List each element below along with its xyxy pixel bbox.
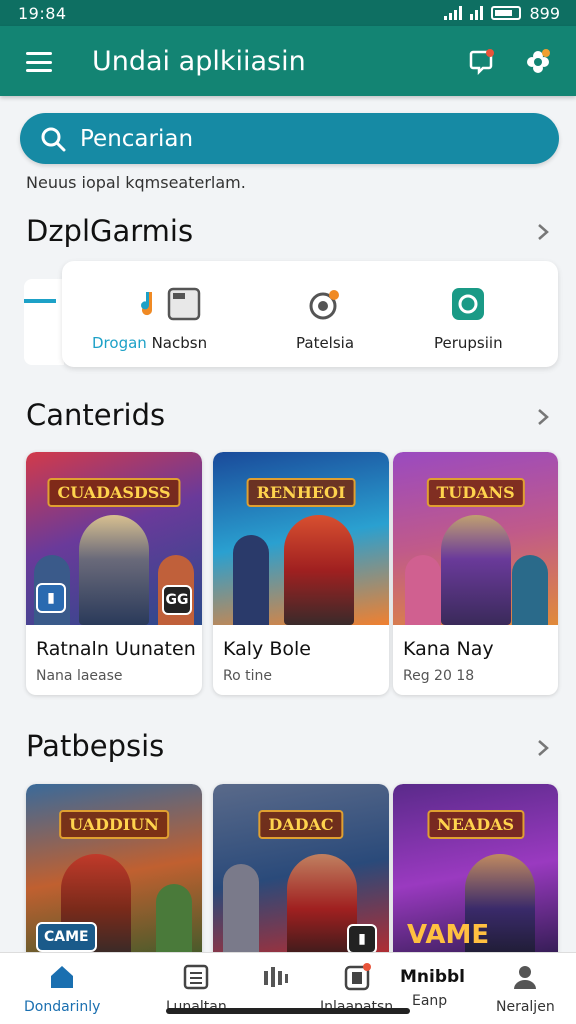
- game-art: DADAC ▮: [213, 784, 389, 964]
- list-icon: [184, 964, 209, 990]
- notes-icon: [344, 963, 371, 991]
- game-meta: Reg 20 18: [403, 668, 475, 684]
- person-icon: [514, 966, 537, 989]
- category-label: Patelsia: [296, 334, 355, 352]
- category-item[interactable]: Perupsiin: [434, 286, 503, 352]
- game-card[interactable]: RENHEOI Kaly Bole Ro tine: [213, 452, 389, 695]
- game-card[interactable]: DADAC ▮: [213, 784, 389, 964]
- home-icon: [51, 966, 74, 988]
- game-art: TUDANS: [393, 452, 558, 625]
- nav-profile[interactable]: Neraljen: [496, 963, 555, 1015]
- category-item[interactable]: Patelsia: [296, 286, 354, 352]
- category-card-peek: [24, 279, 64, 365]
- game-title: Kana Nay: [403, 638, 494, 660]
- home-indicator[interactable]: [166, 1008, 410, 1014]
- nav-app[interactable]: Eanp: [412, 993, 447, 1009]
- game-card[interactable]: CUADASDSS ▮ GG Ratnaln Uunaten Nana laea…: [26, 452, 202, 695]
- signal-icon: [444, 6, 463, 20]
- brand-icon: ▮: [36, 583, 66, 613]
- nav-home[interactable]: Dondarinly: [24, 963, 100, 1015]
- status-time: 19:84: [18, 3, 67, 23]
- chevron-right-icon[interactable]: [534, 408, 552, 426]
- equalizer-icon: [264, 967, 288, 987]
- category-label: Perupsiin: [434, 334, 503, 352]
- search-bar[interactable]: Pencarian: [20, 113, 559, 164]
- game-meta: Nana laease: [36, 668, 123, 684]
- game-label: VAME: [407, 920, 490, 950]
- nav-equalizer[interactable]: [262, 963, 290, 991]
- category-item[interactable]: [166, 286, 202, 322]
- category-label: Drogan Nacbsn: [92, 334, 208, 352]
- search-hint: Neuus iopal kqmseaterlam.: [26, 173, 246, 192]
- status-bar: 19:84 899: [0, 0, 576, 26]
- wifi-icon: [470, 6, 484, 20]
- flower-icon[interactable]: [524, 48, 552, 76]
- game-title: Ratnaln Uunaten: [36, 638, 196, 660]
- section-title-categories: DzplGarmis: [26, 214, 194, 248]
- window-icon: [167, 287, 201, 321]
- camera-icon: [309, 290, 339, 320]
- game-art: UADDIUN CAME: [26, 784, 202, 964]
- music-note-icon: [140, 292, 152, 316]
- game-art: NEADAS VAME: [393, 784, 558, 964]
- game-card[interactable]: NEADAS VAME: [393, 784, 558, 964]
- section-title-featured: Canterids: [26, 398, 166, 432]
- game-meta: Ro tine: [223, 668, 272, 684]
- nav-extra-label[interactable]: Mnibbl: [400, 967, 465, 987]
- search-input[interactable]: Pencarian: [80, 126, 193, 152]
- brand-icon: ▮: [347, 924, 377, 954]
- chevron-right-icon[interactable]: [534, 223, 552, 241]
- hamburger-icon[interactable]: [26, 52, 52, 72]
- game-art: CUADASDSS ▮ GG: [26, 452, 202, 625]
- game-card[interactable]: UADDIUN CAME: [26, 784, 202, 964]
- app-bar: Undai aplkiiasin: [0, 26, 576, 96]
- app-title: Undai aplkiiasin: [92, 46, 306, 77]
- battery-level: 899: [529, 3, 560, 23]
- chevron-right-icon[interactable]: [534, 739, 552, 757]
- game-title: Kaly Bole: [223, 638, 311, 660]
- game-label: CAME: [36, 922, 97, 952]
- search-icon: [41, 127, 66, 151]
- section-title-popular: Patbepsis: [26, 729, 165, 763]
- notification-icon[interactable]: [468, 48, 496, 76]
- game-art: RENHEOI: [213, 452, 389, 625]
- shield-icon: [452, 288, 485, 320]
- game-card[interactable]: TUDANS Kana Nay Reg 20 18: [393, 452, 558, 695]
- battery-icon: [491, 6, 522, 20]
- game-badge: GG: [162, 585, 192, 615]
